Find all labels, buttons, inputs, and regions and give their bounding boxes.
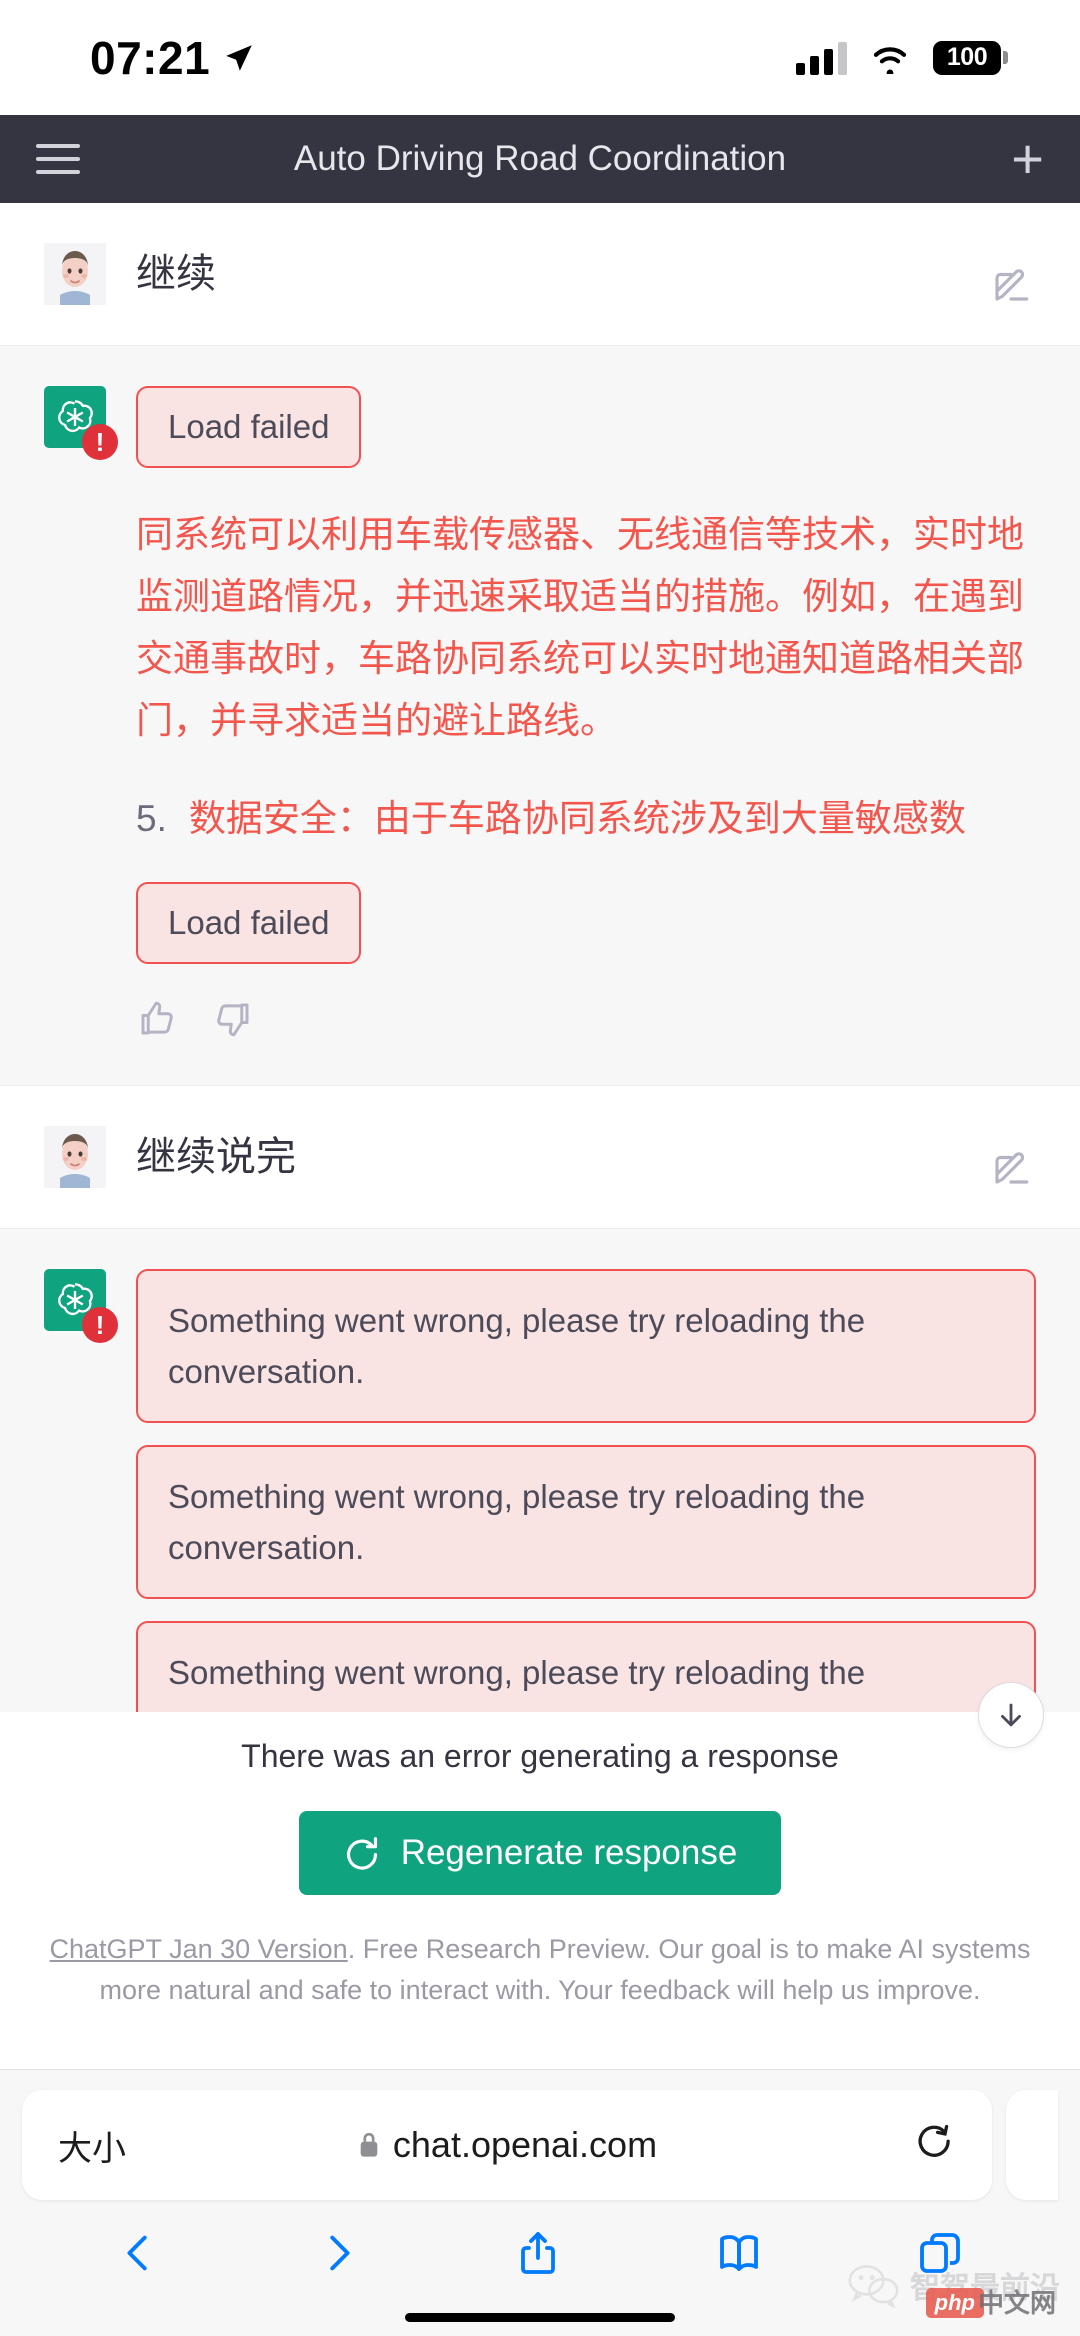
message-turn-user-1: 继续 (0, 203, 1080, 345)
regenerate-label: Regenerate response (400, 1833, 738, 1872)
avatar (44, 243, 106, 305)
edit-pencil-icon[interactable] (990, 264, 1032, 311)
cellular-signal-icon (796, 41, 847, 75)
thumbs-down-icon[interactable] (212, 998, 254, 1045)
assistant-list: 5. 数据安全：由于车路协同系统涉及到大量敏感数 (136, 789, 1036, 848)
text-size-button[interactable]: 大小 (58, 2121, 126, 2170)
ios-status-bar: 07:21 100 (0, 0, 1080, 115)
php-watermark-badge: php (925, 2288, 984, 2318)
message-turn-assistant-1: ! Load failed 同系统可以利用车载传感器、无线通信等技术，实时地监测… (0, 345, 1080, 1086)
status-bar-right: 100 (796, 40, 1008, 75)
forward-button[interactable] (315, 2227, 361, 2284)
clock: 07:21 (90, 31, 211, 84)
load-failed-bottom[interactable]: Load failed (136, 881, 362, 964)
url-text: chat.openai.com (392, 2124, 658, 2165)
assistant-paragraph: 同系统可以利用车载传感器、无线通信等技术，实时地监测道路情况，并迅速采取适当的措… (136, 514, 1024, 742)
back-button[interactable] (116, 2227, 162, 2284)
plus-icon[interactable]: + (1011, 131, 1044, 187)
avatar (44, 1125, 106, 1188)
edit-pencil-icon[interactable] (990, 1147, 1032, 1194)
chatgpt-logo: ! (44, 386, 118, 460)
chatgpt-logo: ! (44, 1268, 118, 1343)
hamburger-menu-icon[interactable] (36, 144, 80, 174)
generation-error-text: There was an error generating a response (241, 1738, 839, 1774)
app-header: Auto Driving Road Coordination + (0, 115, 1080, 203)
share-button[interactable] (514, 2226, 562, 2285)
message-turn-assistant-2: ! Something went wrong, please try reloa… (0, 1227, 1080, 1748)
location-arrow-icon (226, 44, 252, 71)
feedback-bar (136, 998, 1036, 1045)
home-indicator (405, 2313, 675, 2322)
assistant-error-list: Something went wrong, please try reloadi… (136, 1268, 1036, 1747)
lock-icon (360, 2132, 378, 2157)
footer-disclaimer: ChatGPT Jan 30 Version. Free Research Pr… (0, 1895, 1080, 2010)
list-item-number: 5. (136, 797, 167, 839)
error-message: Something went wrong, please try reloadi… (136, 1268, 1036, 1424)
user-message-text: 继续说完 (136, 1134, 296, 1179)
reload-icon[interactable] (914, 2122, 956, 2169)
load-failed-top[interactable]: Load failed (136, 386, 362, 468)
wechat-icon (848, 2265, 899, 2308)
next-tab-peek[interactable] (1006, 2090, 1058, 2200)
version-link[interactable]: ChatGPT Jan 30 Version (50, 1934, 348, 1964)
battery-percent: 100 (946, 43, 988, 71)
safari-browser-chrome: 大小 chat.openai.com 智驾最前沿 php 中文网 (0, 2069, 1080, 2336)
safari-url-row: 大小 chat.openai.com (0, 2090, 1080, 2200)
battery-indicator: 100 (933, 40, 1008, 75)
cn-watermark-badge: 中文网 (977, 2288, 1056, 2318)
regenerate-response-button[interactable]: Regenerate response (298, 1811, 782, 1895)
error-badge: ! (82, 1306, 118, 1343)
bottom-panel: There was an error generating a response… (0, 1712, 1080, 2010)
bookmarks-button[interactable] (715, 2227, 763, 2284)
assistant-message-body: Load failed 同系统可以利用车载传感器、无线通信等技术，实时地监测道路… (136, 386, 1036, 1045)
wifi-icon (873, 46, 907, 74)
list-item-label: 数据安全：由于车路协同系统涉及到大量敏感数 (188, 797, 966, 839)
scroll-to-bottom-button[interactable] (978, 1682, 1044, 1748)
arrow-down-icon (1001, 1703, 1021, 1727)
refresh-icon (346, 1837, 377, 1870)
status-bar-left: 07:21 (90, 31, 256, 85)
error-badge: ! (82, 424, 118, 460)
list-item: 5. 数据安全：由于车路协同系统涉及到大量敏感数 (136, 789, 1036, 848)
error-message: Something went wrong, please try reloadi… (136, 1621, 1036, 1725)
page-title: Auto Driving Road Coordination (293, 139, 787, 178)
phone-screen: 07:21 100 Auto Driving Road Coordination… (0, 0, 1080, 2336)
url-display: chat.openai.com (22, 2124, 992, 2166)
error-message: Something went wrong, please try reloadi… (136, 1445, 1036, 1600)
user-message-text: 继续 (136, 252, 216, 296)
conversation-list: 继续 ! Load failed 同系统可以利用车载传感器、无线通信等技术，实时… (0, 203, 1080, 1748)
message-turn-user-2: 继续说完 (0, 1085, 1080, 1228)
address-bar[interactable]: 大小 chat.openai.com (22, 2090, 992, 2200)
thumbs-up-icon[interactable] (136, 998, 178, 1045)
